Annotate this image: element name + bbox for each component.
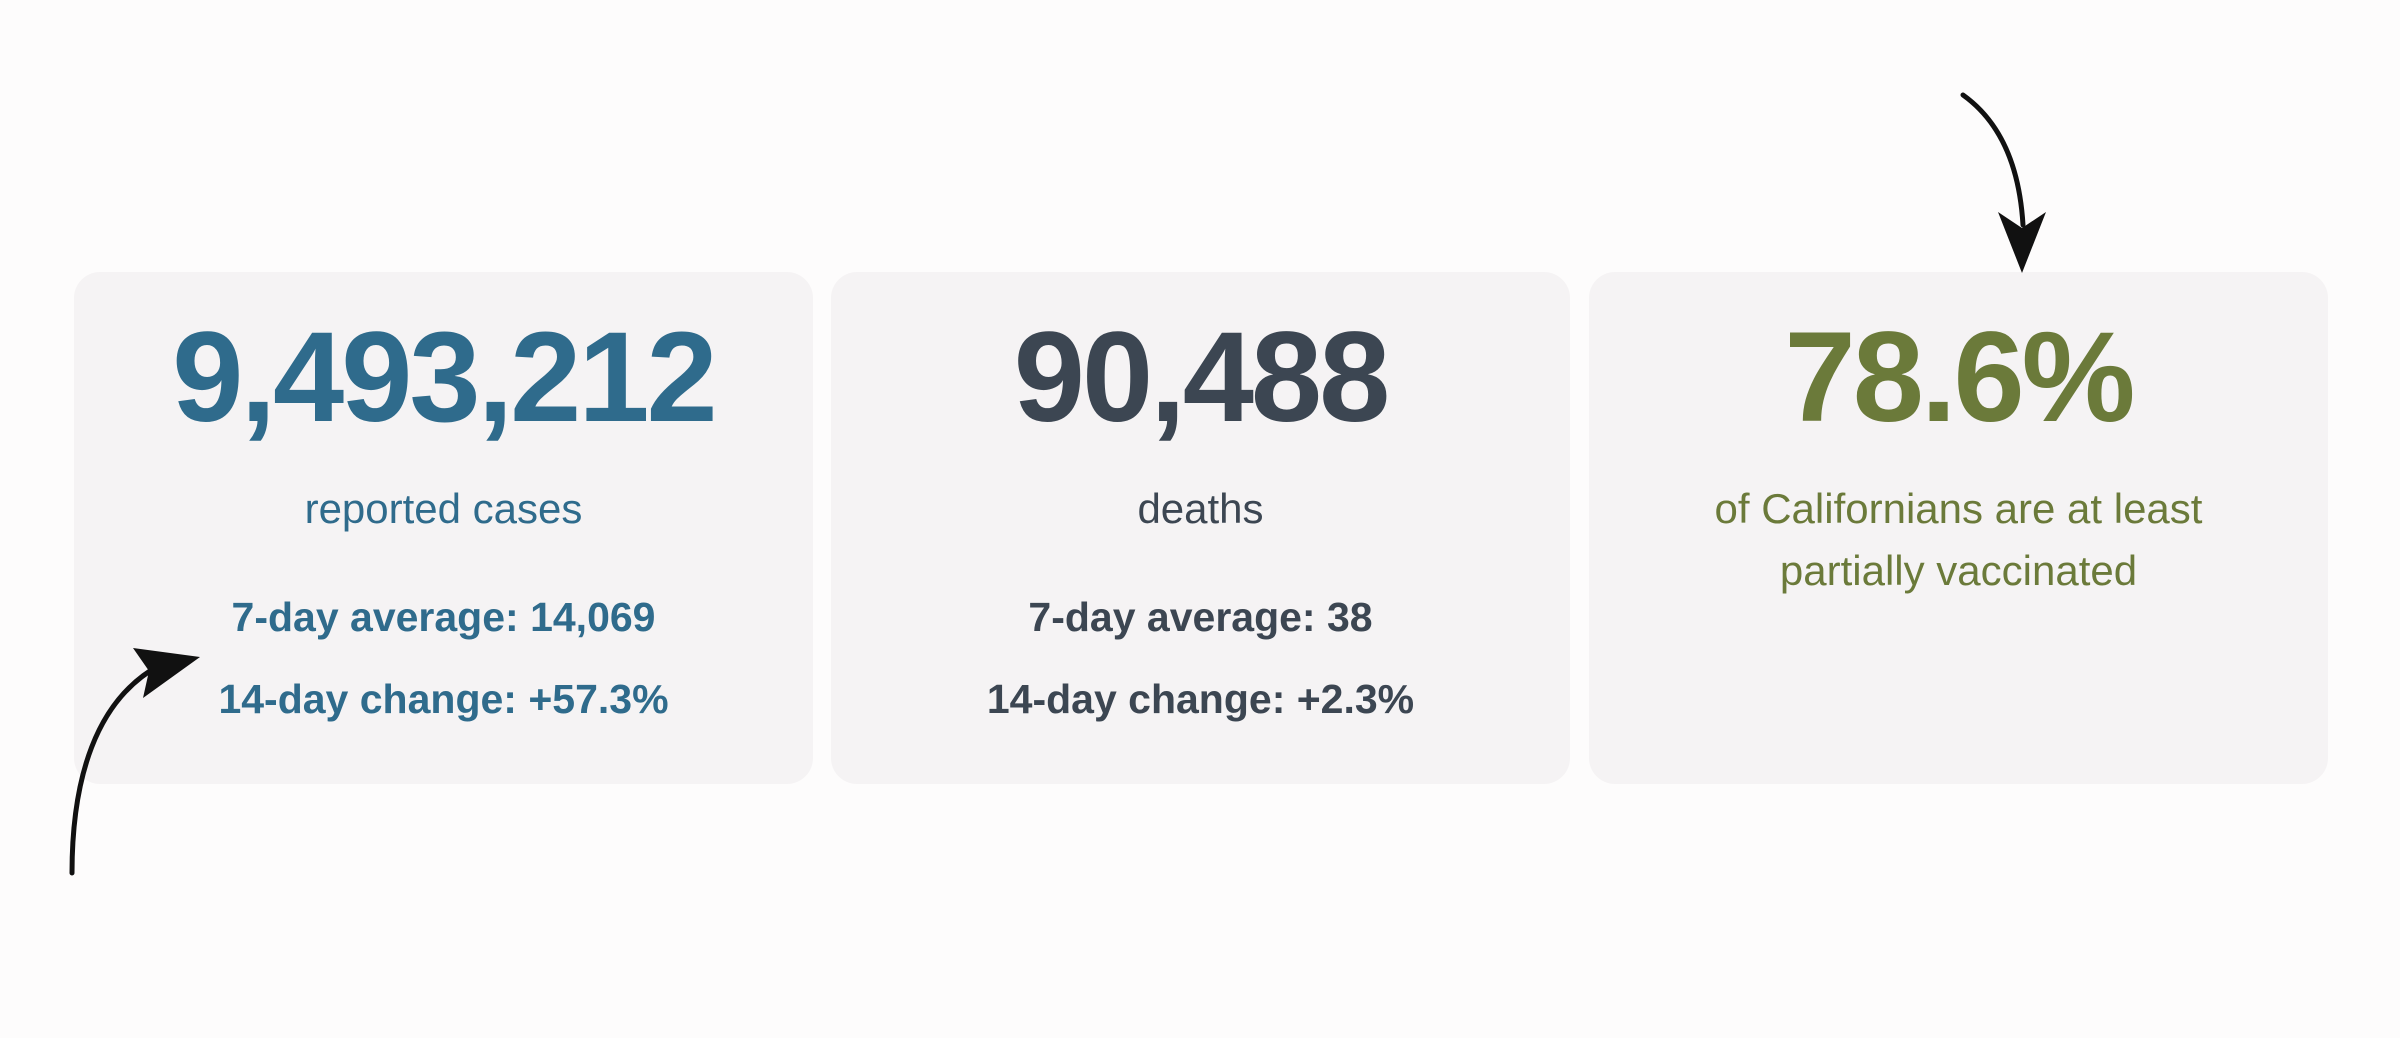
stats-panel: 9,493,212 reported cases 7-day average: … bbox=[0, 0, 2400, 1038]
curved-arrow-icon bbox=[69, 92, 2046, 876]
